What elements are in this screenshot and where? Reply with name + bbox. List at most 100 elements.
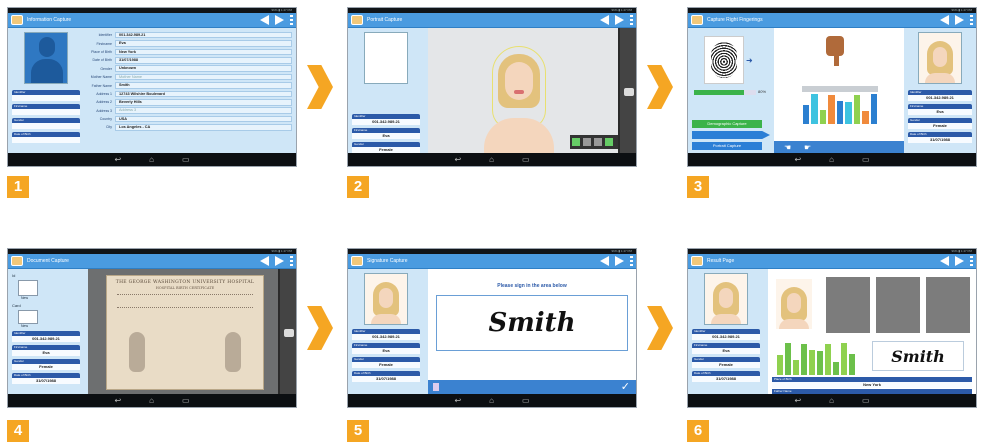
back-icon[interactable]: ↩: [454, 396, 461, 405]
previous-icon[interactable]: [600, 256, 609, 266]
quality-bar: [870, 94, 877, 124]
screen-portrait-capture: 96% ▮ 1:47 PM Portrait Capture Identifie…: [347, 7, 637, 167]
back-icon[interactable]: ↩: [114, 396, 121, 405]
previous-icon[interactable]: [940, 15, 949, 25]
screen-fingerprint-capture: 96% ▮ 1:47 PM Capture Right Fingerings ➜…: [687, 7, 977, 167]
hand-selector-bar[interactable]: ☚ ☛: [774, 141, 904, 153]
document-title: THE GEORGE WASHINGTON UNIVERSITY HOSPITA…: [115, 280, 255, 285]
right-hand-icon[interactable]: ☛: [804, 143, 811, 152]
previous-icon[interactable]: [260, 15, 269, 25]
home-icon[interactable]: ⌂: [829, 396, 834, 405]
home-icon[interactable]: ⌂: [829, 155, 834, 164]
previous-icon[interactable]: [600, 15, 609, 25]
recent-apps-icon[interactable]: ▭: [862, 396, 870, 405]
next-icon[interactable]: [955, 256, 964, 266]
form-field-input[interactable]: 001.342.989.21: [115, 31, 292, 39]
pose-icon[interactable]: [583, 138, 591, 146]
portrait-placeholder[interactable]: [24, 32, 68, 84]
step-badge: 1: [7, 176, 29, 198]
recent-apps-icon[interactable]: ▭: [182, 396, 190, 405]
pose-icon[interactable]: [594, 138, 602, 146]
app-icon[interactable]: [351, 256, 363, 266]
home-icon[interactable]: ⌂: [149, 396, 154, 405]
overflow-menu-icon[interactable]: [630, 15, 633, 25]
back-icon[interactable]: ↩: [794, 155, 801, 164]
document-thumbnail[interactable]: [926, 277, 970, 333]
trash-icon[interactable]: [433, 383, 439, 391]
recent-apps-icon[interactable]: ▭: [522, 155, 530, 164]
home-icon[interactable]: ⌂: [489, 155, 494, 164]
id-thumbnail[interactable]: [18, 280, 38, 296]
form-field-input[interactable]: Beverly Hills: [115, 99, 292, 106]
app-icon[interactable]: [11, 15, 23, 25]
form-field-input[interactable]: USA: [115, 115, 292, 123]
system-nav-bar: ↩ ⌂ ▭: [348, 153, 636, 166]
back-icon[interactable]: ↩: [114, 155, 121, 164]
overflow-menu-icon[interactable]: [290, 15, 293, 25]
left-hand-icon[interactable]: ☚: [784, 143, 791, 152]
demographic-capture-button[interactable]: Demographic Capture: [692, 120, 762, 128]
quality-bars: [776, 341, 856, 375]
form-field-input[interactable]: Smith: [115, 82, 292, 89]
overflow-menu-icon[interactable]: [630, 256, 633, 266]
app-icon[interactable]: [11, 256, 23, 266]
step-arrow-chevron: [307, 65, 333, 109]
document-thumbnail[interactable]: [876, 277, 920, 333]
capture-progress-track: [694, 90, 756, 95]
back-icon[interactable]: ↩: [794, 396, 801, 405]
previous-icon[interactable]: [940, 256, 949, 266]
pose-icon[interactable]: [572, 138, 580, 146]
recent-apps-icon[interactable]: ▭: [522, 396, 530, 405]
arrow-right-icon: ➜: [746, 56, 753, 65]
camera-icon[interactable]: [284, 329, 294, 337]
quality-bar: [785, 343, 791, 375]
back-icon[interactable]: ↩: [454, 155, 461, 164]
previous-icon[interactable]: [260, 256, 269, 266]
gender-value: Female: [908, 123, 972, 129]
next-icon[interactable]: [275, 15, 284, 25]
form-field-label: Father Name: [91, 83, 112, 88]
overflow-menu-icon[interactable]: [970, 256, 973, 266]
next-icon[interactable]: [615, 256, 624, 266]
pose-icon[interactable]: [605, 138, 613, 146]
quality-bar: [845, 102, 852, 124]
document-thumbnail[interactable]: [826, 277, 870, 333]
camera-preview[interactable]: [428, 28, 618, 155]
form-field-input[interactable]: Mother Name: [115, 73, 292, 81]
app-icon[interactable]: [351, 15, 363, 25]
next-icon[interactable]: [955, 15, 964, 25]
camera-icon[interactable]: [624, 88, 634, 96]
recent-apps-icon[interactable]: ▭: [862, 155, 870, 164]
signature-pad[interactable]: Smith: [436, 295, 628, 351]
app-icon[interactable]: [691, 256, 703, 266]
hand-icon: [826, 36, 844, 56]
content: Identifier Firstname Gender Date of Birt…: [8, 28, 296, 153]
document-preview[interactable]: THE GEORGE WASHINGTON UNIVERSITY HOSPITA…: [88, 269, 278, 394]
firstname-value: Eva: [352, 348, 420, 354]
id-section-label: Id: [12, 273, 16, 278]
form-field-input[interactable]: Address 3: [115, 107, 292, 114]
overflow-menu-icon[interactable]: [290, 256, 293, 266]
checkmark-icon[interactable]: ✓: [621, 380, 630, 393]
form-field-input[interactable]: New York: [115, 48, 292, 56]
home-icon[interactable]: ⌂: [149, 155, 154, 164]
next-icon[interactable]: [615, 15, 624, 25]
form-field-input[interactable]: Eva: [115, 40, 292, 47]
form-field-input[interactable]: 31/07/1988: [115, 57, 292, 64]
portrait-slot[interactable]: [364, 32, 408, 84]
portrait-capture-button[interactable]: Portrait Capture: [692, 142, 762, 150]
sidebar: Identifier 001.342.989.21 Firstname Eva …: [688, 269, 764, 394]
recent-apps-icon[interactable]: ▭: [182, 155, 190, 164]
step-arrow-chevron: [307, 306, 333, 350]
form-field-input[interactable]: 12743 Wilshire Boulevard: [115, 90, 292, 98]
form-field-input[interactable]: Los Angeles - CA: [115, 124, 292, 131]
person-silhouette-icon: [25, 33, 67, 83]
overflow-menu-icon[interactable]: [970, 15, 973, 25]
footprint-right-icon: [225, 332, 241, 372]
card-thumbnail[interactable]: [18, 310, 38, 324]
sidebar: Id New Card New Identifier 001.342.989.2…: [8, 269, 84, 394]
home-icon[interactable]: ⌂: [489, 396, 494, 405]
next-icon[interactable]: [275, 256, 284, 266]
form-field-input[interactable]: Unknown: [115, 65, 292, 73]
app-icon[interactable]: [691, 15, 703, 25]
